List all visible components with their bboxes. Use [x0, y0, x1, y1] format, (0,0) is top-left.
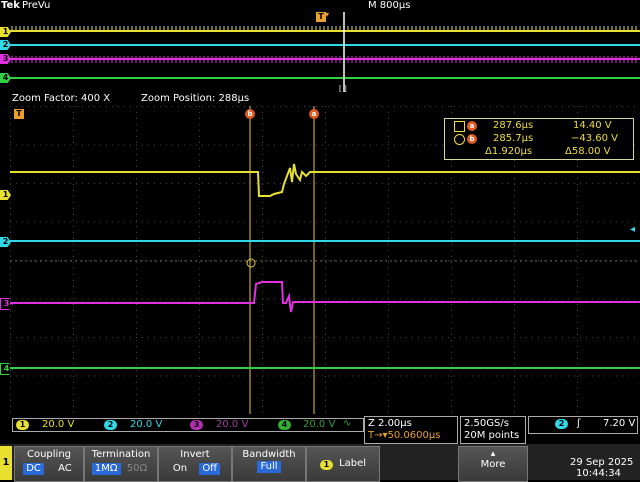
date-readout: 29 Sep 2025	[570, 457, 634, 468]
brand-label: Tek	[1, 0, 20, 11]
ch2-scale-badge: 2	[104, 420, 117, 430]
ch2-scale[interactable]: 20.0 V	[130, 419, 162, 430]
acquisition-mode: PreVu	[22, 0, 51, 11]
ch1-scale[interactable]: 20.0 V	[42, 419, 74, 430]
ch4-scale-badge: 4	[278, 420, 291, 430]
overview-plot	[10, 12, 640, 92]
label-button[interactable]: 1 Label	[306, 446, 380, 482]
record-length: 20M points	[464, 430, 520, 441]
delta-volt: Δ58.00 V	[565, 146, 611, 157]
sample-rate: 2.50GS/s	[464, 418, 509, 429]
cursor-a-square-icon	[454, 121, 465, 132]
cursor-b-volt: −43.60 V	[571, 133, 619, 144]
timebase-readout[interactable]: M 800µs	[368, 0, 410, 11]
zoom-trigger-marker[interactable]: T	[14, 109, 24, 119]
trigger-position-icon: ▾	[325, 10, 330, 19]
ch1-trace	[10, 163, 640, 197]
zoom-position-label: Zoom Position: 288µs	[141, 93, 250, 104]
cursor-b-circle-icon	[454, 134, 465, 145]
termination-1mohm-option[interactable]: 1MΩ	[91, 463, 121, 475]
ch4-scale[interactable]: 20.0 V	[303, 419, 335, 430]
bandwidth-value: Full	[257, 461, 281, 473]
label-channel-badge: 1	[319, 460, 333, 470]
termination-title: Termination	[91, 449, 151, 460]
trigger-slope-icon: ʃ	[577, 418, 581, 429]
ch3-scale[interactable]: 20.0 V	[216, 419, 248, 430]
cursor-b-time: 285.7µs	[493, 133, 534, 144]
expand-marker: [ ]	[339, 85, 347, 93]
invert-button[interactable]: Invert On Off	[158, 446, 232, 482]
ch4-coupling-icon: ∿	[343, 418, 352, 429]
zoom-factor-label: Zoom Factor: 400 X	[12, 93, 111, 104]
cursor-a-handle[interactable]: a	[309, 109, 319, 119]
ch1-scale-badge: 1	[16, 420, 29, 430]
cursor-a-time: 287.6µs	[493, 120, 534, 131]
trigger-level-arrow-icon: ◂	[630, 224, 636, 235]
termination-50ohm-option[interactable]: 50Ω	[124, 463, 150, 475]
overview-waveform-area[interactable]	[10, 12, 640, 92]
trigger-level: 7.20 V	[603, 418, 636, 429]
cursor-b-handle[interactable]: b	[245, 109, 255, 119]
zoom-scale: Z 2.00µs	[368, 418, 412, 429]
coupling-button[interactable]: Coupling DC AC	[14, 446, 84, 482]
more-arrow-icon: ▴	[490, 449, 496, 459]
overview-ch1-trace	[10, 26, 640, 32]
cursor-a-tag: a	[467, 121, 477, 131]
invert-title: Invert	[180, 449, 210, 460]
more-button[interactable]: ▴ More	[458, 446, 528, 482]
time-readout: 10:44:34	[576, 468, 621, 479]
coupling-dc-option[interactable]: DC	[23, 463, 44, 475]
overview-ch3-trace	[10, 56, 640, 63]
cursor-b-tag: b	[467, 134, 477, 144]
termination-button[interactable]: Termination 1MΩ 50Ω	[84, 446, 158, 482]
trigger-source-badge: 2	[555, 419, 568, 429]
more-title: More	[480, 459, 506, 470]
top-bar: Tek PreVu M 800µs	[0, 0, 640, 12]
bandwidth-title: Bandwidth	[242, 449, 296, 460]
trigger-position: T→▾50.0600µs	[368, 430, 441, 441]
invert-off-option[interactable]: Off	[199, 463, 221, 475]
ch3-scale-badge: 3	[190, 420, 203, 430]
cursor-a-volt: 14.40 V	[573, 120, 612, 131]
cursor-readout-box[interactable]: a 287.6µs 14.40 V b 285.7µs −43.60 V Δ1.…	[444, 118, 634, 160]
invert-on-option[interactable]: On	[170, 463, 190, 475]
coupling-title: Coupling	[26, 449, 72, 460]
bandwidth-button[interactable]: Bandwidth Full	[232, 446, 306, 482]
coupling-ac-option[interactable]: AC	[55, 463, 75, 475]
label-title: Label	[339, 458, 367, 469]
delta-time: Δ1.920µs	[485, 146, 533, 157]
channel-menu-tab[interactable]: 1	[0, 446, 12, 480]
